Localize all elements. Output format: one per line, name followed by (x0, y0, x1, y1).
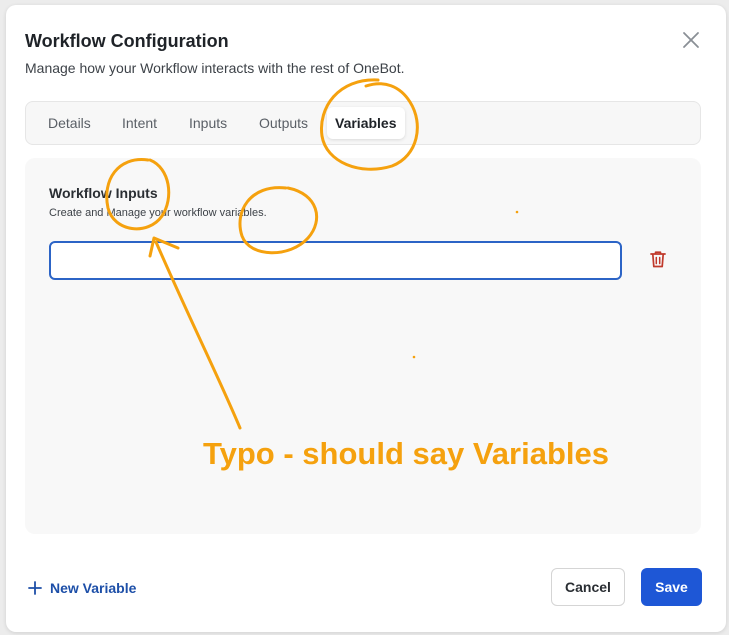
tab-variables[interactable]: Variables (327, 107, 405, 139)
tab-outputs[interactable]: Outputs (251, 107, 316, 139)
variable-name-input[interactable] (49, 241, 622, 280)
annotation-text: Typo - should say Variables (203, 436, 609, 471)
tab-bar: Details Intent Inputs Outputs Variables (25, 101, 701, 145)
variables-panel: Workflow Inputs Create and Manage your w… (25, 158, 701, 534)
tab-details[interactable]: Details (40, 107, 99, 139)
save-button[interactable]: Save (641, 568, 702, 606)
plus-icon (28, 581, 42, 595)
dialog-title: Workflow Configuration (25, 31, 229, 51)
tab-intent[interactable]: Intent (114, 107, 165, 139)
dialog-subtitle: Manage how your Workflow interacts with … (25, 60, 405, 76)
section-title: Workflow Inputs (49, 185, 158, 201)
new-variable-button[interactable]: New Variable (27, 577, 136, 599)
new-variable-label: New Variable (50, 580, 137, 596)
section-subtitle: Create and Manage your workflow variable… (49, 207, 267, 219)
workflow-config-dialog: Workflow Configuration Manage how your W… (6, 5, 726, 632)
tab-inputs[interactable]: Inputs (181, 107, 235, 139)
close-icon[interactable] (678, 27, 704, 53)
trash-icon[interactable] (647, 248, 669, 270)
cancel-button[interactable]: Cancel (551, 568, 625, 606)
